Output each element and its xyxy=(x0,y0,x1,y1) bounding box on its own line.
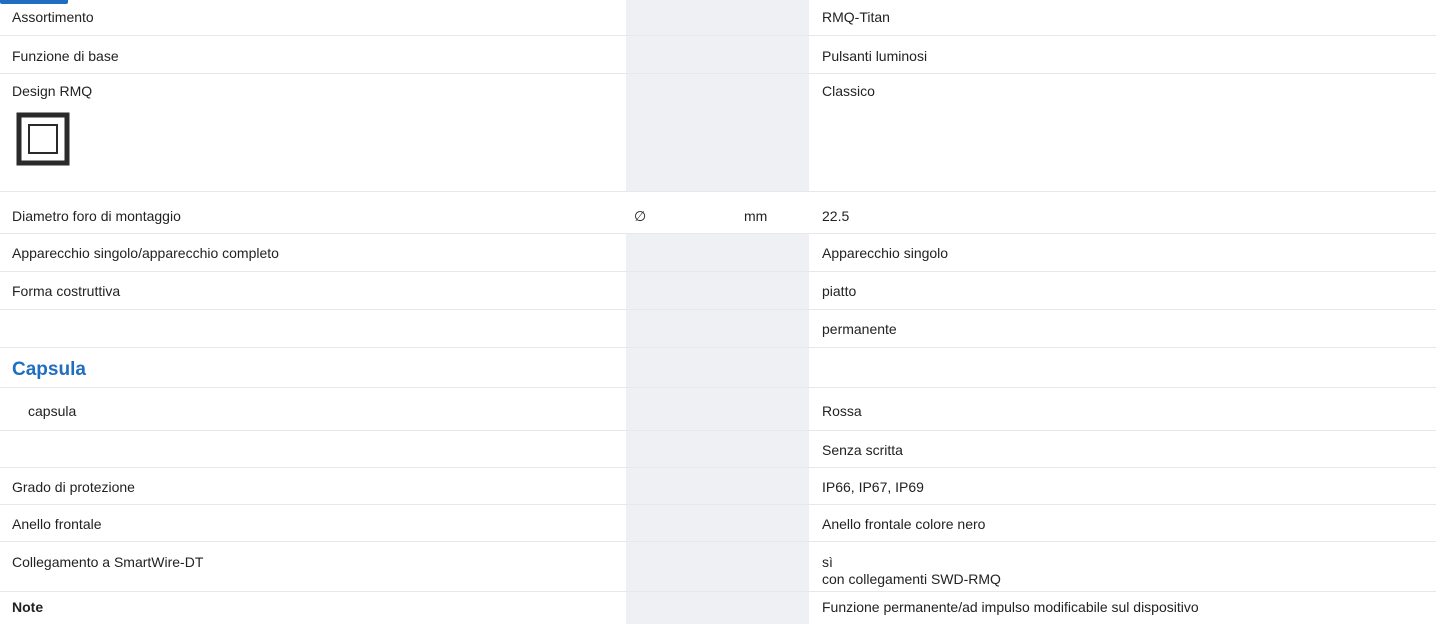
spec-row-forma-costruttiva-cont: permanente xyxy=(0,310,1436,348)
spec-value: Rossa xyxy=(822,403,862,419)
note-label: Note xyxy=(12,599,44,615)
spec-unit xyxy=(738,310,809,347)
spec-value: sì xyxy=(822,554,833,570)
spec-unit xyxy=(738,592,809,624)
spec-unit xyxy=(738,272,809,309)
spec-row-funzione-di-base: Funzione di base Pulsanti luminosi xyxy=(0,36,1436,74)
spec-unit xyxy=(738,388,809,430)
spec-value xyxy=(809,348,1436,387)
spec-label: Grado di protezione xyxy=(12,479,135,495)
spec-row-grado-protezione: Grado di protezione IP66, IP67, IP69 xyxy=(0,468,1436,505)
spec-symbol: ∅ xyxy=(634,208,647,224)
spec-value: piatto xyxy=(822,283,857,299)
spec-unit: mm xyxy=(744,208,768,224)
spec-row-smartwire: Collegamento a SmartWire-DT sì con colle… xyxy=(0,542,1436,592)
spec-unit xyxy=(738,36,809,73)
spec-row-anello-frontale: Anello frontale Anello frontale colore n… xyxy=(0,505,1436,542)
spec-label-with-icon: Design RMQ xyxy=(0,74,626,191)
rmq-classic-design-icon xyxy=(16,112,70,166)
spec-label xyxy=(0,431,626,467)
spec-value: permanente xyxy=(822,321,897,337)
spec-unit xyxy=(738,542,809,591)
spec-unit xyxy=(738,0,809,35)
spec-row-design-rmq: Design RMQ Classico xyxy=(0,74,1436,192)
spec-value-line-2: con collegamenti SWD-RMQ xyxy=(822,571,1001,587)
spec-value: 22.5 xyxy=(822,208,850,224)
spec-label: Apparecchio singolo/apparecchio completo xyxy=(12,245,279,261)
spec-label: Anello frontale xyxy=(12,516,102,532)
spec-symbol xyxy=(626,74,738,191)
spec-value: RMQ-Titan xyxy=(822,9,890,25)
section-title: Capsula xyxy=(12,359,86,380)
spec-label: Assortimento xyxy=(12,9,94,25)
spec-symbol xyxy=(626,310,738,347)
spec-symbol xyxy=(626,505,738,541)
spec-symbol xyxy=(626,272,738,309)
spec-symbol xyxy=(626,592,738,624)
spec-symbol xyxy=(626,468,738,504)
spec-row-diametro-foro: Diametro foro di montaggio ∅ mm 22.5 xyxy=(0,192,1436,234)
spec-unit xyxy=(738,74,809,191)
spec-label: Diametro foro di montaggio xyxy=(12,208,181,224)
spec-unit xyxy=(738,505,809,541)
spec-table: Assortimento RMQ-Titan Funzione di base … xyxy=(0,0,1436,624)
spec-symbol xyxy=(626,542,738,591)
spec-label: Funzione di base xyxy=(12,48,119,64)
spec-symbol xyxy=(626,0,738,35)
spec-symbol xyxy=(626,388,738,430)
spec-label: capsula xyxy=(28,403,77,419)
section-heading-row: Capsula xyxy=(0,348,1436,388)
spec-value: Pulsanti luminosi xyxy=(822,48,928,64)
spec-unit xyxy=(738,234,809,271)
spec-value: Classico xyxy=(822,83,875,99)
spec-symbol xyxy=(626,36,738,73)
spec-value: Senza scritta xyxy=(822,442,903,458)
spec-value: Anello frontale colore nero xyxy=(822,516,986,532)
spec-symbol xyxy=(626,348,738,387)
spec-row-forma-costruttiva: Forma costruttiva piatto xyxy=(0,272,1436,310)
spec-value-multiline: sì con collegamenti SWD-RMQ xyxy=(809,542,1436,591)
spec-value: Apparecchio singolo xyxy=(822,245,949,261)
spec-row-assortimento: Assortimento RMQ-Titan xyxy=(0,0,1436,36)
spec-value: IP66, IP67, IP69 xyxy=(822,479,924,495)
spec-label: Forma costruttiva xyxy=(12,283,121,299)
spec-unit xyxy=(738,348,809,387)
spec-unit xyxy=(738,468,809,504)
spec-row-apparecchio: Apparecchio singolo/apparecchio completo… xyxy=(0,234,1436,272)
spec-symbol xyxy=(626,234,738,271)
spec-label: Design RMQ xyxy=(12,83,93,99)
spec-symbol xyxy=(626,431,738,467)
spec-unit xyxy=(738,431,809,467)
spec-row-capsula-cont: Senza scritta xyxy=(0,431,1436,468)
note-value: Funzione permanente/ad impulso modificab… xyxy=(822,599,1199,615)
spec-label xyxy=(0,310,626,347)
spec-row-note: Note Funzione permanente/ad impulso modi… xyxy=(0,592,1436,624)
spec-label: Collegamento a SmartWire-DT xyxy=(12,554,204,570)
spec-row-capsula: capsula Rossa xyxy=(0,388,1436,431)
